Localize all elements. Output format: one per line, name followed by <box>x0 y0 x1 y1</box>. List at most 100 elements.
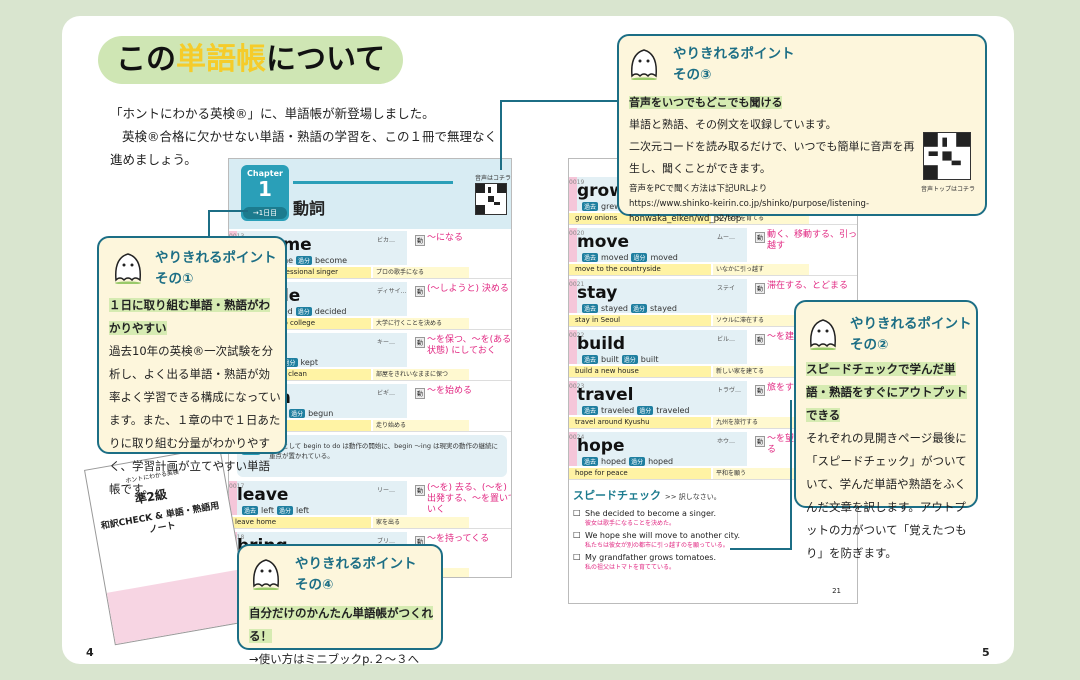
pp-tag: 過分 <box>296 256 313 265</box>
page-number-right: 5 <box>982 646 990 659</box>
word-forms: 過去 traveled 過分 traveled <box>582 406 690 415</box>
word-phrase-ja: いなかに引っ越す <box>713 264 809 275</box>
word-pos: 動 <box>755 385 766 396</box>
word-headword: stay <box>577 283 618 303</box>
word-pos: 動 <box>415 235 426 246</box>
word-pronunciation: ステイ <box>717 285 736 292</box>
qr-label: 音声はコチラ <box>475 175 512 182</box>
callout-point-2: やりきれるポイント その② スピードチェックで学んだ単語・熟語をすぐにアウトプット… <box>794 300 978 560</box>
pp-tag: 過分 <box>295 307 312 316</box>
word-meaning: ～になる <box>427 233 464 243</box>
word-meaning: 動く、移動する、引っ越す <box>767 230 858 251</box>
word-pos: 動 <box>755 334 766 345</box>
past-tag: 過去 <box>582 304 599 313</box>
word-entry: 0020 move ムー… 過去 moved 過分 moved move to the cou… <box>569 228 858 276</box>
word-meaning: ～を始める <box>427 386 473 396</box>
word-phrase-ja: プロの歌手になる <box>373 267 469 278</box>
word-pronunciation: ビギ… <box>377 390 396 397</box>
past-tag: 過去 <box>582 355 599 364</box>
past-tag: 過去 <box>582 202 599 211</box>
ghost-mascot-icon <box>810 319 836 350</box>
mini-book-title: 和訳CHECK & 単語・熟語用ノート <box>100 501 221 536</box>
word-headword: hope <box>577 436 625 456</box>
word-phrase-ja: 大学に行くことを決める <box>373 318 469 329</box>
pp-tag: 過分 <box>630 304 647 313</box>
word-pronunciation: リー… <box>377 487 396 494</box>
word-headword: build <box>577 334 626 354</box>
pp-tag: 過分 <box>621 355 638 364</box>
connector-2b <box>730 548 792 550</box>
pp-tag: 過分 <box>289 409 306 418</box>
callout-3-body: 音声をいつでもどこでも聞ける 単語と熟語、その例文を収録しています。 二次元コードを… <box>629 96 915 175</box>
pp-tag: 過分 <box>637 406 654 415</box>
pp-tag: 過分 <box>276 506 293 515</box>
word-phrase-ja: 走り始める <box>373 420 469 431</box>
word-pronunciation: ディサイ… <box>377 288 407 295</box>
word-pos: 動 <box>415 485 426 496</box>
word-phrase-ja: 部屋をきれいなままに保つ <box>373 369 469 380</box>
ghost-mascot-icon <box>631 49 657 80</box>
chapter-day: →1日目 <box>243 207 287 219</box>
word-pronunciation: ムー… <box>717 234 736 241</box>
past-tag: 過去 <box>242 506 259 515</box>
page-number-left: 4 <box>86 646 94 659</box>
word-phrase: travel around Kyushu <box>569 417 711 428</box>
word-meaning: ～を保つ、～を(ある状態) にしておく <box>427 335 512 356</box>
connector-3 <box>500 100 620 102</box>
callout-point-4: やりきれるポイント その④ 自分だけのかんたん単語帳がつくれる！ →使い方はミニブッ… <box>237 544 443 666</box>
callout-point-3: やりきれるポイント その③ 音声をいつでもどこでも聞ける 単語と熟語、その例文を収録… <box>617 34 987 224</box>
sample-page-number: 21 <box>832 587 841 595</box>
past-tag: 過去 <box>582 457 599 466</box>
word-meaning: 滞在する、とどまる <box>767 281 849 291</box>
word-pos: 動 <box>755 283 766 294</box>
qr-code-audio[interactable] <box>923 132 971 180</box>
word-forms: 過去 stayed 過分 stayed <box>582 304 677 313</box>
callout-2-body: スピードチェックで学んだ単語・熟語をすぐにアウトプットできる それぞれの見開きペー… <box>806 362 967 560</box>
word-pos: 動 <box>755 232 766 243</box>
word-headword: travel <box>577 385 634 405</box>
qr-code-label: 音声トップはコチラ <box>921 186 976 193</box>
word-pronunciation: トラヴ… <box>717 387 742 394</box>
callout-4-body: 自分だけのかんたん単語帳がつくれる！ →使い方はミニブックp.２～３へ <box>249 606 433 666</box>
connector-1b <box>208 210 248 212</box>
word-phrase: build a new house <box>569 366 711 377</box>
page-title: この単語帳について <box>98 36 404 84</box>
word-forms: 過去 built 過分 built <box>582 355 659 364</box>
word-forms: 過去 left 過分 left <box>242 506 309 515</box>
past-tag: 過去 <box>582 406 599 415</box>
chapter-name: 動詞 <box>293 199 326 218</box>
chapter-line <box>293 181 453 184</box>
pp-tag: 過分 <box>631 253 648 262</box>
word-phrase: leave home <box>229 517 371 528</box>
connector-3b <box>500 100 502 170</box>
word-headword: move <box>577 232 630 252</box>
word-meaning: ～を持ってくる <box>427 534 490 544</box>
callout-1-title: やりきれるポイント その① <box>155 250 277 287</box>
word-pos: 動 <box>415 337 426 348</box>
word-meaning: (～しようと) 決める <box>427 284 509 294</box>
ghost-mascot-icon <box>253 559 279 590</box>
word-meaning: (～を) 去る、(～を) 出発する、～を置いていく <box>427 483 512 515</box>
connector-2 <box>790 400 792 550</box>
word-pronunciation: ビカ… <box>377 237 396 244</box>
word-pos: 動 <box>755 436 766 447</box>
word-phrase-ja: 家を出る <box>373 517 469 528</box>
word-pos: 動 <box>415 388 426 399</box>
word-pronunciation: キー… <box>377 339 396 346</box>
qr-code <box>475 183 507 215</box>
word-phrase: hope for peace <box>569 468 711 479</box>
callout-point-1: やりきれるポイント その① １日に取り組む単語・熟語がわかりやすい 過去10年の英検… <box>97 236 287 496</box>
ghost-mascot-icon <box>115 253 141 284</box>
past-tag: 過去 <box>582 253 599 262</box>
word-forms: 過去 moved 過分 moved <box>582 253 678 262</box>
word-pronunciation: ホウ… <box>717 438 736 445</box>
word-forms: 過去 hoped 過分 hoped <box>582 457 674 466</box>
word-pos: 動 <box>415 286 426 297</box>
callout-3-title: やりきれるポイント その③ <box>673 46 795 83</box>
callout-2-title: やりきれるポイント その② <box>850 316 972 353</box>
word-phrase: move to the countryside <box>569 264 711 275</box>
word-pronunciation: ビル… <box>717 336 736 343</box>
chapter-header: Chapter 1 →1日目 動詞 音声はコチラ <box>229 159 511 229</box>
pp-tag: 過分 <box>629 457 646 466</box>
callout-1-body: １日に取り組む単語・熟語がわかりやすい 過去10年の英検®一次試験を分析し、よく出… <box>109 298 281 496</box>
